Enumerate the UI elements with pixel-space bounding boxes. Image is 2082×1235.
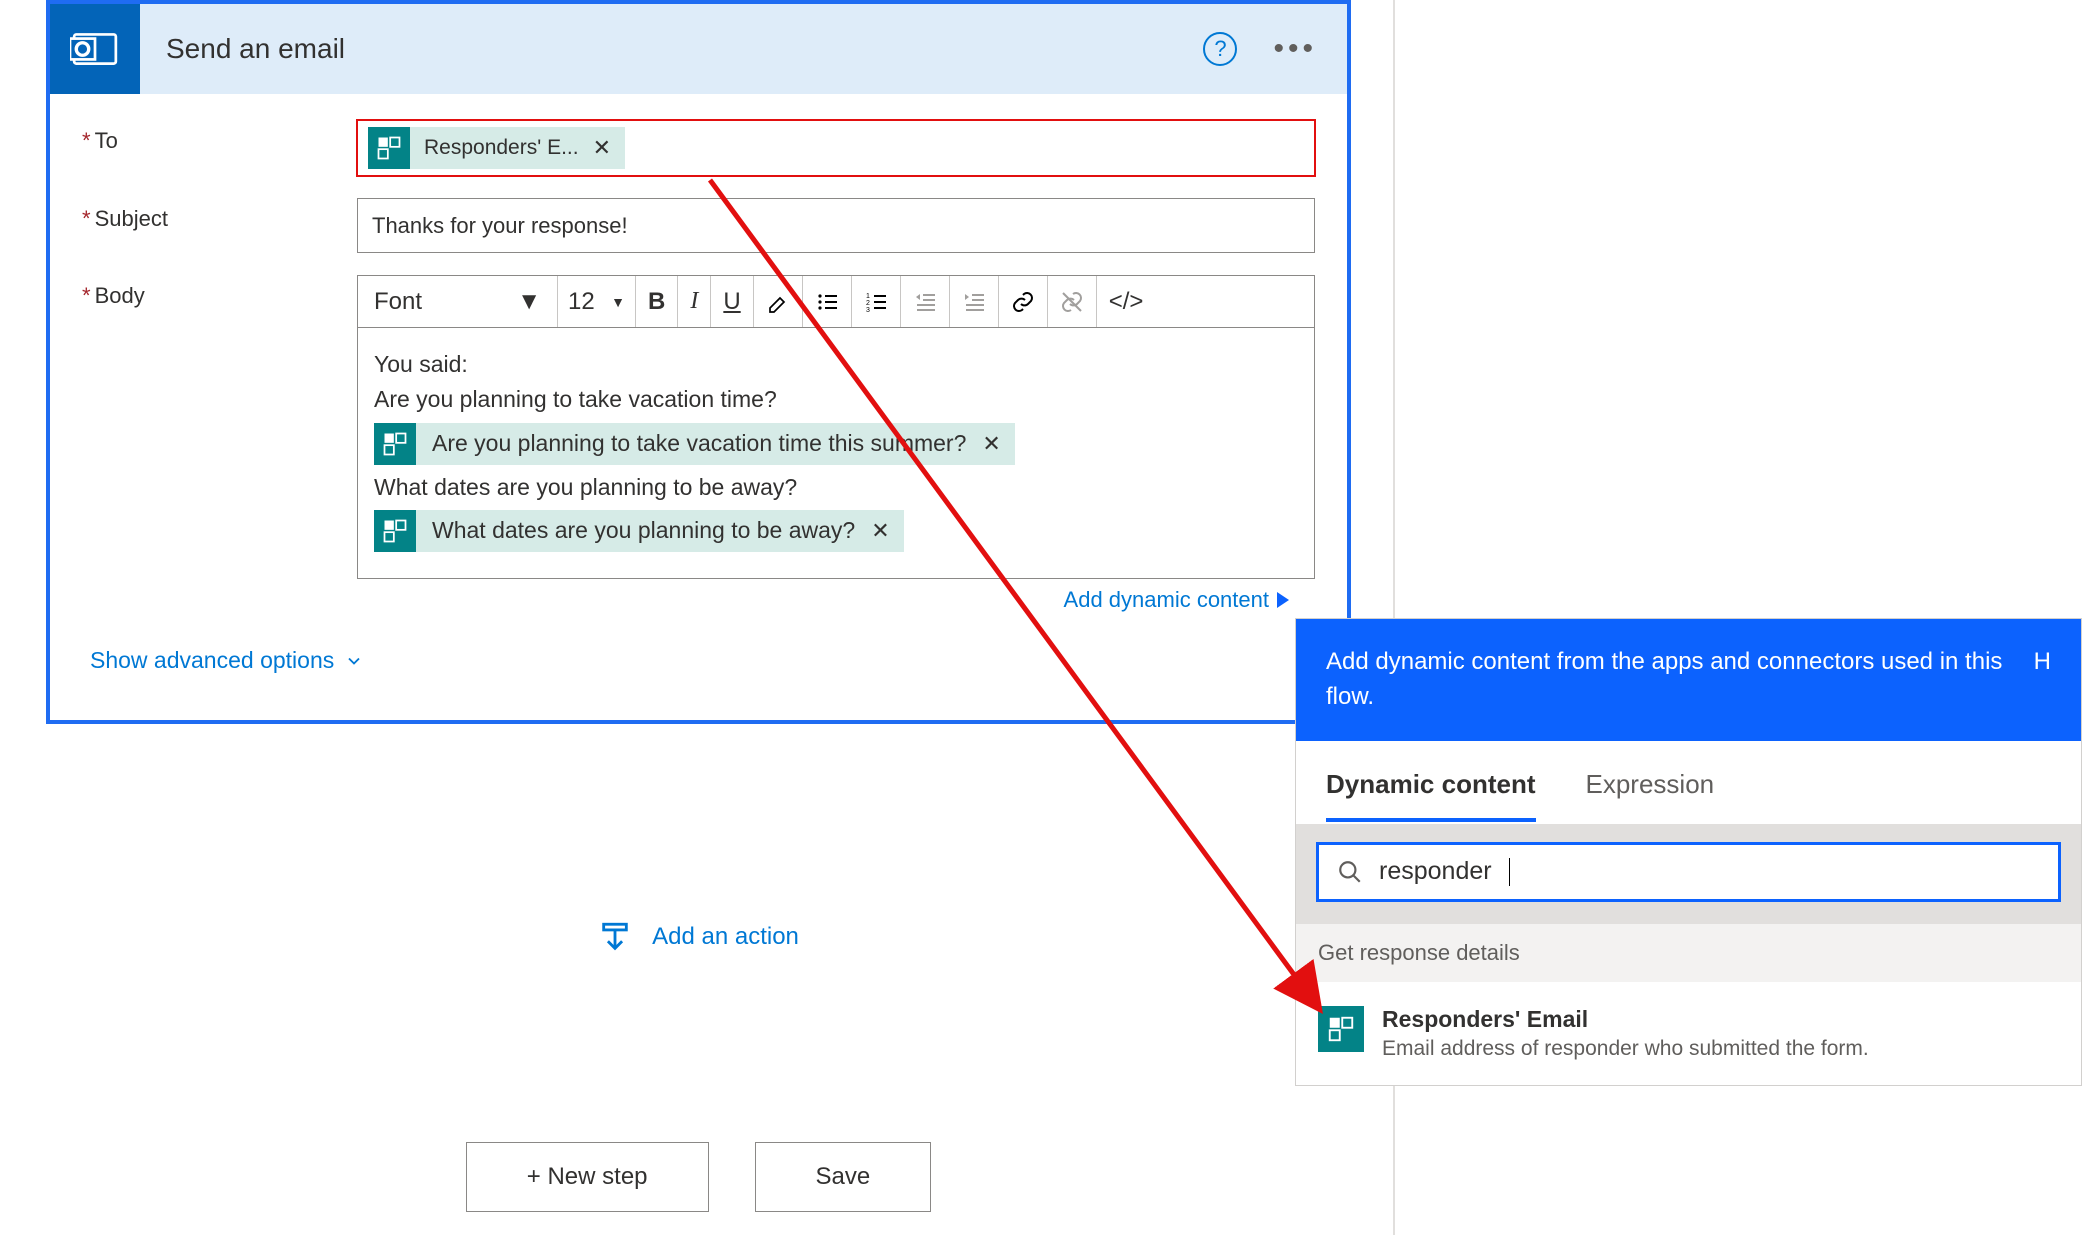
body-content[interactable]: You said: Are you planning to take vacat… [358,328,1314,578]
body-token-2[interactable]: What dates are you planning to be away? … [374,510,904,552]
label-to: *To [82,120,357,154]
add-dynamic-link[interactable]: Add dynamic content [357,579,1315,613]
action-card: Send an email ? ••• *To Responders' E...… [46,0,1351,724]
tab-expression[interactable]: Expression [1586,769,1715,822]
rich-text-toolbar: Font▼ 12▼ B I U 123 </> [358,276,1314,328]
row-subject: *Subject Thanks for your response! [82,198,1315,253]
forms-icon [368,127,410,169]
show-advanced-link[interactable]: Show advanced options [82,613,1315,702]
svg-text:2: 2 [866,300,870,307]
bullet-list-button[interactable] [803,276,852,327]
unlink-button[interactable] [1048,276,1097,327]
body-editor: Font▼ 12▼ B I U 123 </> [357,275,1315,579]
dc-banner: Add dynamic content from the apps and co… [1296,619,2081,741]
row-to: *To Responders' E... ✕ [82,120,1315,176]
font-size-picker[interactable]: 12▼ [558,276,636,327]
number-list-button[interactable]: 123 [852,276,901,327]
editor-canvas: Send an email ? ••• *To Responders' E...… [0,0,1395,1235]
dc-group-header: Get response details [1296,924,2081,982]
highlight-button[interactable] [754,276,803,327]
forms-icon [1318,1006,1364,1052]
dc-search-input[interactable]: responder [1316,842,2061,902]
hide-link[interactable]: H [2034,645,2051,715]
close-icon[interactable]: ✕ [982,428,1014,460]
svg-text:1: 1 [866,293,870,300]
label-body: *Body [82,275,357,309]
subject-input[interactable]: Thanks for your response! [357,198,1315,253]
dc-item-responders-email[interactable]: Responders' Email Email address of respo… [1296,982,2081,1085]
dc-tabs: Dynamic content Expression [1296,741,2081,822]
card-title: Send an email [140,33,1203,65]
text-cursor [1509,858,1510,886]
chevron-down-icon [344,651,364,671]
add-action-icon [598,920,632,954]
help-icon[interactable]: ? [1203,32,1237,66]
link-button[interactable] [999,276,1048,327]
card-header[interactable]: Send an email ? ••• [50,4,1347,94]
search-icon [1337,859,1363,885]
to-field[interactable]: Responders' E... ✕ [357,120,1315,176]
row-body: *Body Font▼ 12▼ B I U 123 [82,275,1315,613]
underline-button[interactable]: U [711,276,753,327]
font-picker[interactable]: Font▼ [358,276,558,327]
forms-icon [374,510,416,552]
dynamic-content-panel: Add dynamic content from the apps and co… [1295,618,2082,1086]
svg-text:3: 3 [866,307,870,314]
chevron-right-icon [1277,592,1289,608]
to-token[interactable]: Responders' E... ✕ [368,127,625,169]
label-subject: *Subject [82,198,357,232]
add-action-button[interactable]: Add an action [46,920,1351,954]
dc-search-wrap: responder [1296,824,2081,924]
code-view-button[interactable]: </> [1097,276,1156,327]
body-token-1[interactable]: Are you planning to take vacation time t… [374,423,1015,465]
tab-dynamic-content[interactable]: Dynamic content [1326,769,1536,822]
save-button[interactable]: Save [755,1142,932,1212]
bold-button[interactable]: B [636,276,678,327]
footer-buttons: + New step Save [46,1142,1351,1212]
close-icon[interactable]: ✕ [593,135,611,161]
close-icon[interactable]: ✕ [871,515,903,547]
card-body: *To Responders' E... ✕ *Subject Thanks f… [50,94,1347,720]
indent-button[interactable] [950,276,999,327]
outdent-button[interactable] [901,276,950,327]
more-icon[interactable]: ••• [1273,32,1317,66]
forms-icon [374,423,416,465]
new-step-button[interactable]: + New step [466,1142,709,1212]
outlook-icon [50,4,140,94]
italic-button[interactable]: I [678,276,711,327]
